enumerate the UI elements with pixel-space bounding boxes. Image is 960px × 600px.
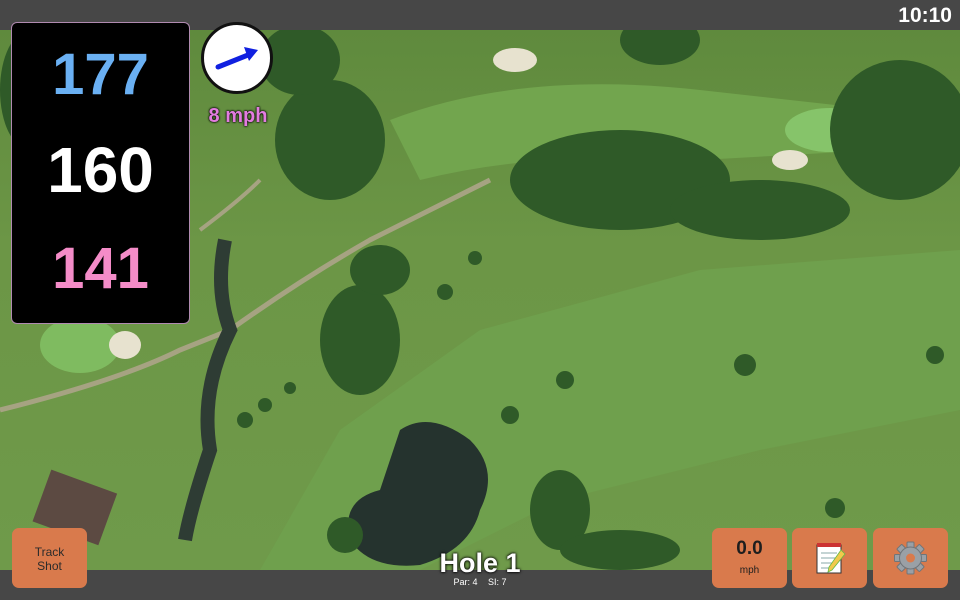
track-shot-label-line1: Track bbox=[34, 545, 65, 559]
speed-unit: mph bbox=[739, 565, 760, 576]
track-shot-label-line2: Shot bbox=[37, 559, 62, 573]
distance-middle: 160 bbox=[47, 134, 154, 206]
distance-front: 141 bbox=[52, 236, 149, 301]
clock: 10:10 bbox=[898, 4, 952, 27]
hole-info: Par: 4 SI: 7 bbox=[380, 577, 580, 587]
wind-direction-indicator bbox=[201, 22, 273, 94]
hole-title: Hole 1 bbox=[439, 548, 521, 578]
notes-button[interactable] bbox=[792, 528, 867, 588]
wind-direction-arrow-icon bbox=[215, 47, 258, 70]
distance-back: 177 bbox=[52, 42, 149, 107]
wind-speed: 8 mph bbox=[208, 105, 268, 127]
distance-panel: 177 160 141 bbox=[11, 22, 190, 324]
gear-icon bbox=[894, 541, 927, 575]
speed-value: 0.0 bbox=[736, 538, 763, 559]
hole-stroke-index: SI: 7 bbox=[488, 577, 507, 587]
speed-button[interactable]: 0.0 mph bbox=[712, 528, 787, 588]
hole-par: Par: 4 bbox=[453, 577, 478, 587]
track-shot-button[interactable]: Track Shot bbox=[12, 528, 87, 588]
notepad-icon bbox=[816, 543, 846, 574]
settings-button[interactable] bbox=[873, 528, 948, 588]
